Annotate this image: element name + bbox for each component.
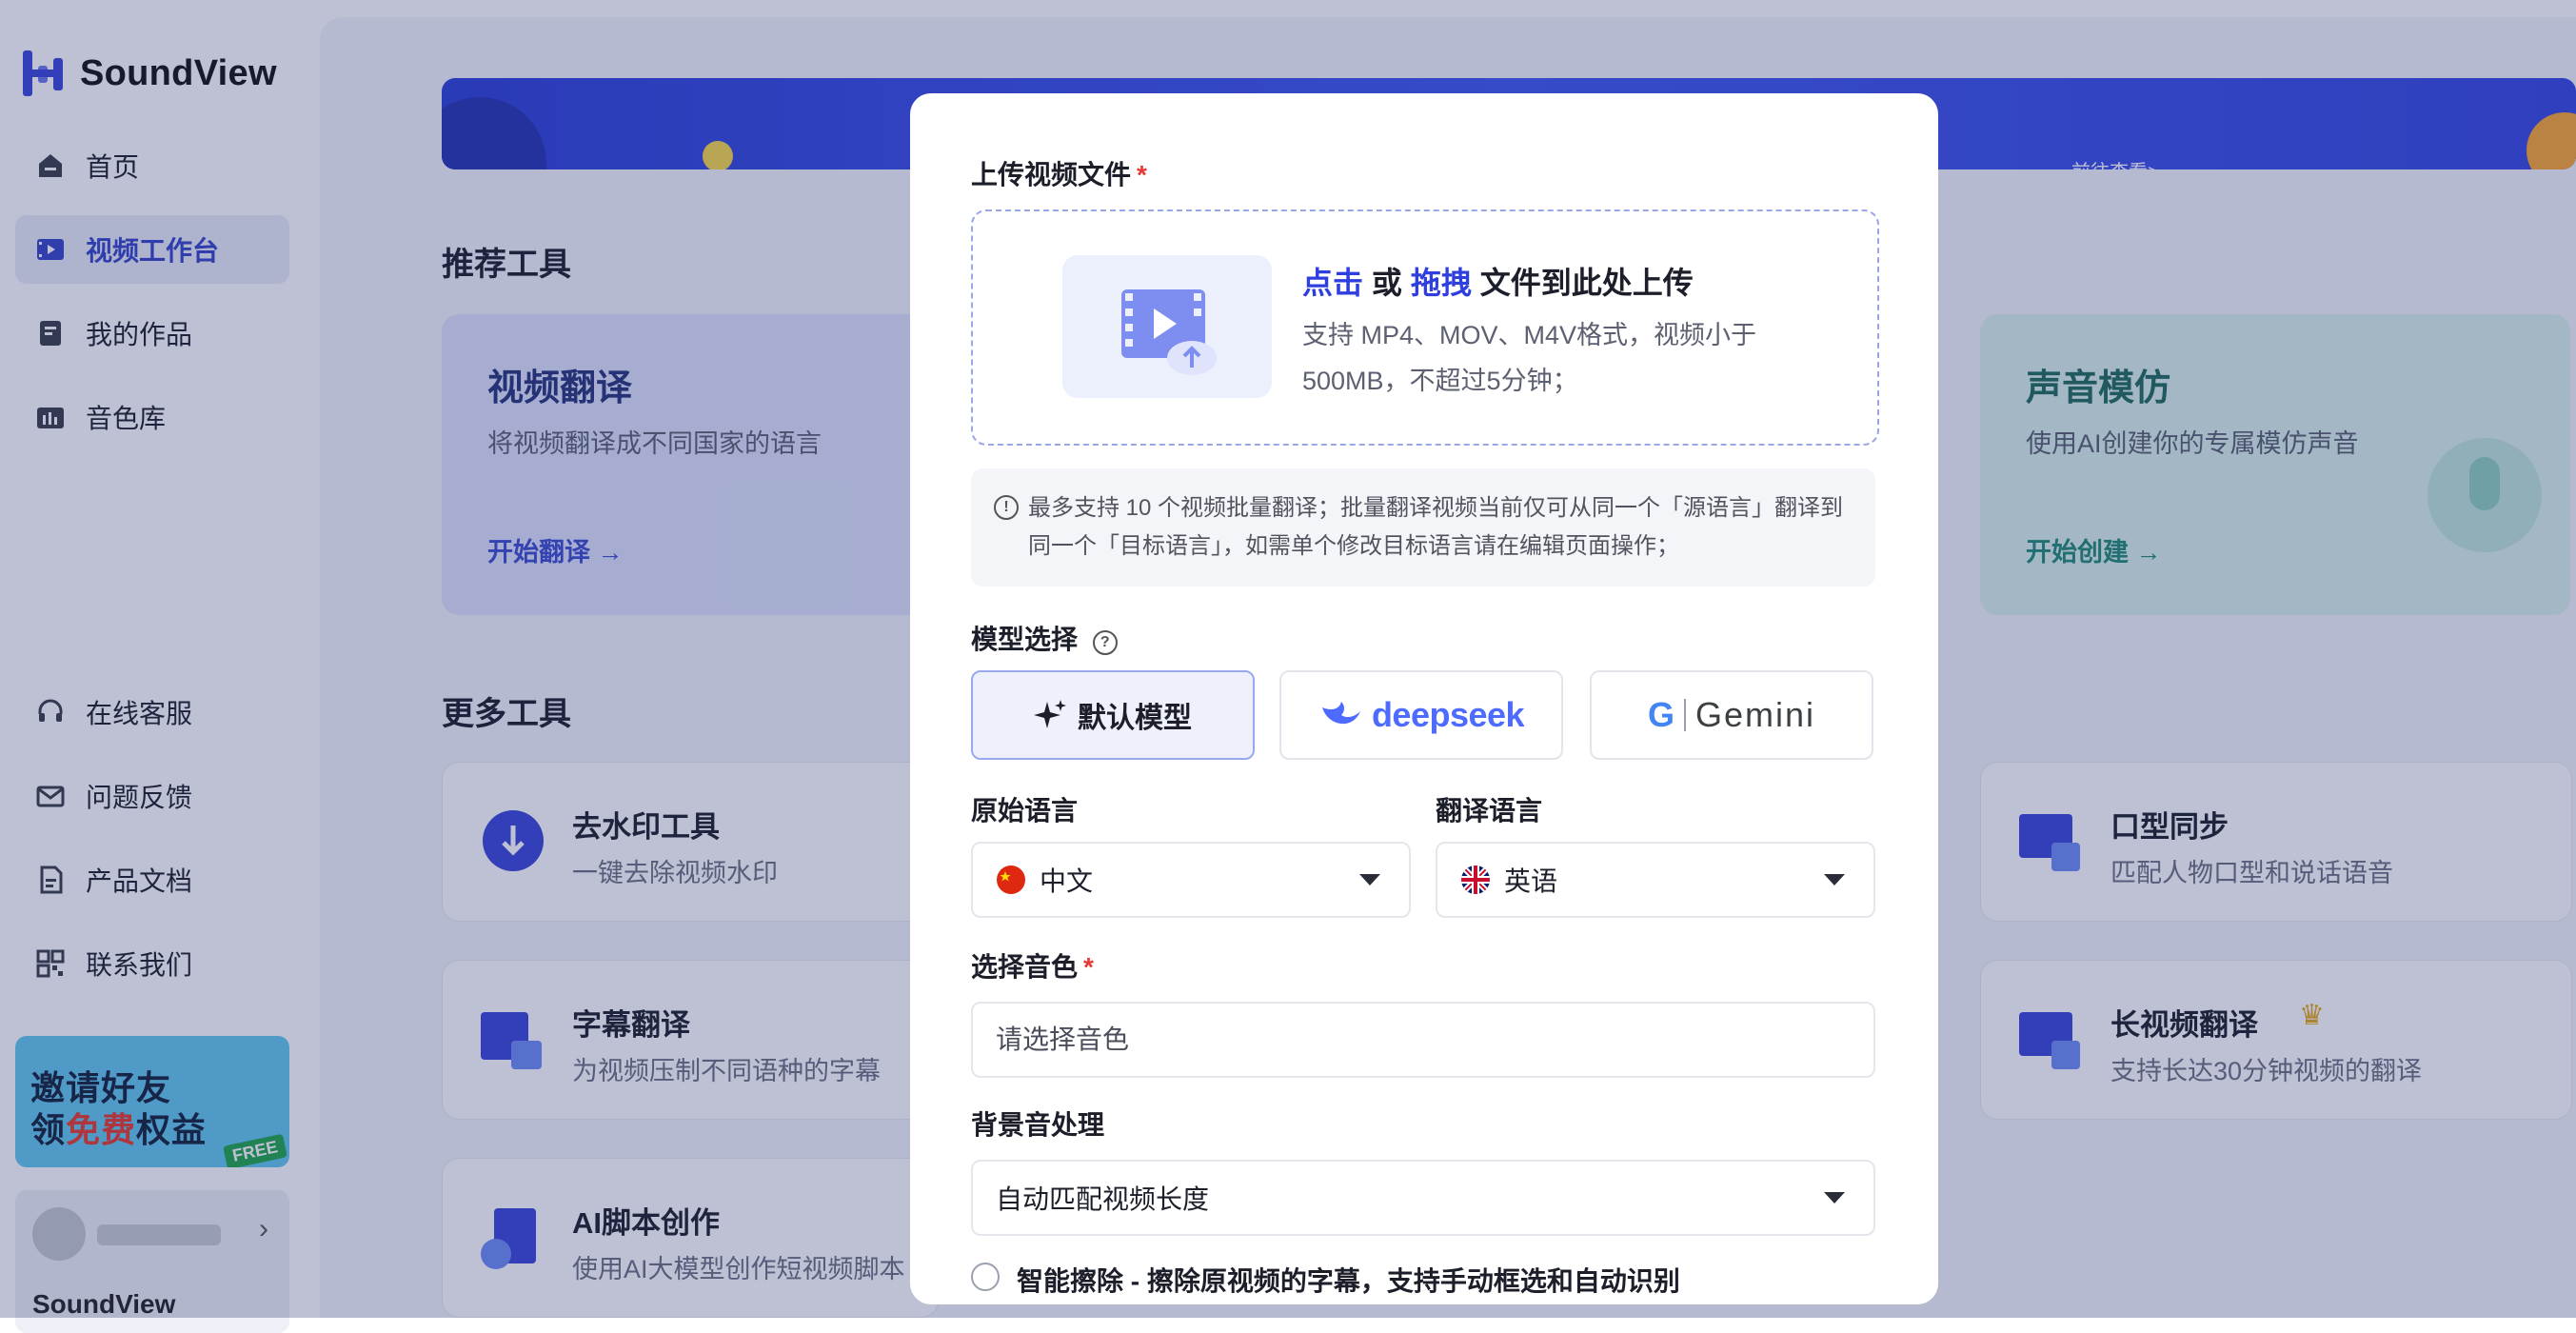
google-g-icon: G (1647, 695, 1674, 734)
target-language-label: 翻译语言 (1436, 796, 1543, 826)
batch-notice: ! 最多支持 10 个视频批量翻译；批量翻译视频当前仅可从同一个「源语言」翻译到… (971, 468, 1875, 587)
voice-label: 选择音色 * (971, 946, 1094, 985)
video-upload-icon (1121, 289, 1217, 375)
upload-dropzone[interactable]: 点击 或 拖拽 文件到此处上传 支持 MP4、MOV、M4V格式，视频小于500… (971, 209, 1879, 446)
upload-label-text: 上传视频文件 (971, 160, 1132, 189)
upload-label: 上传视频文件 * (971, 154, 1147, 192)
click-upload-link[interactable]: 点击 (1302, 266, 1363, 300)
model-option-label: 默认模型 (1078, 703, 1192, 734)
upload-modal: 上传视频文件 * 点击 或 拖拽 文件到此处上传 支持 MP4、MOV、M4V格式… (910, 93, 1938, 1304)
bgm-value: 自动匹配视频长度 (996, 1184, 1210, 1214)
bgm-select[interactable]: 自动匹配视频长度 (971, 1160, 1875, 1236)
deepseek-whale-icon (1321, 702, 1360, 725)
logo-divider (1683, 699, 1686, 731)
dropzone-title: 点击 或 拖拽 文件到此处上传 (1302, 259, 1694, 303)
uk-flag-icon (1461, 865, 1490, 894)
target-language-value: 英语 (1504, 866, 1558, 896)
required-mark: * (1137, 160, 1147, 189)
source-language-value: 中文 (1040, 866, 1094, 896)
target-language-select[interactable]: 英语 (1436, 842, 1875, 918)
china-flag-icon (997, 865, 1025, 894)
dropzone-description: 支持 MP4、MOV、M4V格式，视频小于500MB，不超过5分钟； (1302, 321, 1757, 395)
chevron-down-icon (1824, 1192, 1845, 1204)
sparkle-icon (1034, 700, 1066, 728)
model-option-label: Gemini (1694, 695, 1816, 734)
voice-select-input[interactable] (971, 1002, 1875, 1078)
upload-thumb (1062, 255, 1272, 398)
model-option-default[interactable]: 默认模型 (971, 670, 1255, 760)
model-label: 模型选择 ? (971, 619, 1118, 657)
bgm-label: 背景音处理 (971, 1110, 1105, 1140)
help-circle-icon[interactable]: ? (1092, 630, 1118, 655)
drag-upload-text: 拖拽 (1410, 266, 1472, 300)
dropzone-rest: 文件到此处上传 (1471, 266, 1694, 300)
voice-label-text: 选择音色 (971, 952, 1079, 982)
chevron-down-icon (1359, 874, 1380, 885)
model-option-label: deepseek (1371, 695, 1525, 734)
smart-erase-radio[interactable] (971, 1263, 1000, 1291)
model-option-gemini[interactable]: G Gemini (1590, 670, 1873, 760)
model-option-deepseek[interactable]: deepseek (1279, 670, 1563, 760)
model-label-text: 模型选择 (971, 625, 1079, 654)
info-icon: ! (994, 495, 1019, 520)
chevron-down-icon (1824, 874, 1845, 885)
dropzone-or: 或 (1363, 266, 1411, 300)
required-mark: * (1083, 952, 1094, 982)
smart-erase-label: 智能擦除 - 擦除原视频的字幕，支持手动框选和自动识别 (1017, 1266, 1680, 1296)
source-language-label: 原始语言 (971, 796, 1079, 826)
source-language-select[interactable]: 中文 (971, 842, 1411, 918)
notice-text: 最多支持 10 个视频批量翻译；批量翻译视频当前仅可从同一个「源语言」翻译到同一… (1028, 495, 1844, 559)
